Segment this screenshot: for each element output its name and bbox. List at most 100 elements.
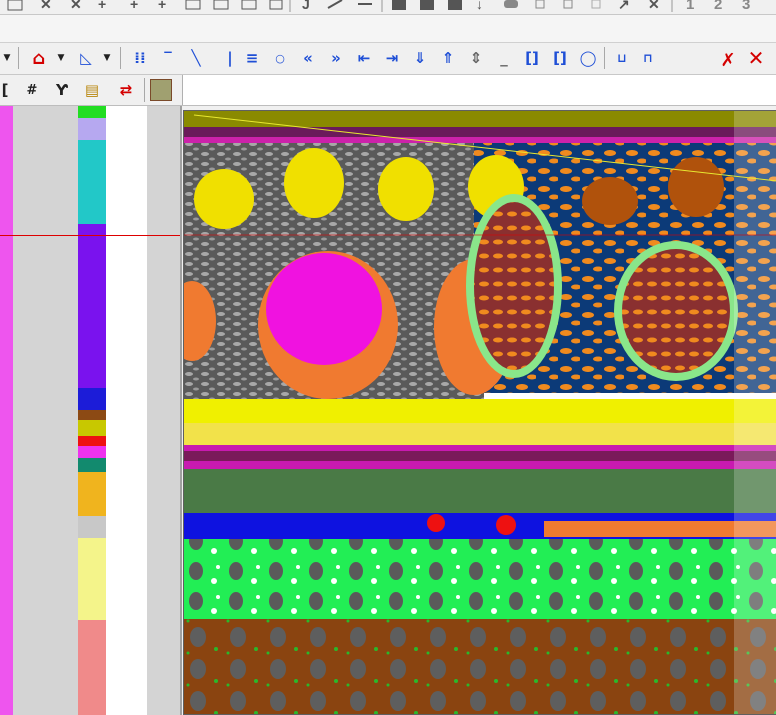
dropdown-arrow-icon[interactable]: ▼ [100,45,114,71]
separator [120,47,121,69]
band-brown [184,619,776,714]
color-swatch[interactable] [78,420,106,436]
funnel-icon[interactable]: Ƴ [50,77,74,103]
double-left-icon[interactable]: « [296,45,320,71]
red-dot [427,514,445,532]
page-number-3[interactable]: 3 [742,0,750,13]
tool-icon-7 [185,0,201,10]
tool-icon-18: ↗ [618,0,630,12]
tool-icon-12 [327,0,343,9]
top-bracket-icon[interactable]: ⊓ [636,45,660,71]
color-swatch[interactable] [78,516,106,538]
marker-line [0,235,180,236]
table-tool-icon[interactable]: # [20,77,44,103]
separator [18,47,19,69]
shirt-icon[interactable]: ⌂ [26,45,52,71]
color-swatch[interactable] [78,118,106,140]
arrow-down-box-icon-2 [420,0,434,10]
band-olive [184,111,776,127]
align-right-icon[interactable]: ⇥ [380,45,404,71]
right-overlay [734,111,776,714]
magenta-strip [0,106,13,715]
double-right-icon[interactable]: » [324,45,348,71]
texture-icon[interactable] [150,79,172,101]
tool-icon-15 [535,0,545,9]
page-number-1[interactable]: 1 [686,0,694,13]
tool-icon-9 [241,0,257,10]
brown-blob [582,177,638,225]
tool-icon-17 [591,0,601,9]
drawing-toolbar: ▼ ⌂ ▼ ◺ ▼ ⁞⁞ ‾ ╲ | ≡ ○ « » ⇤ ⇥ ⇓ ⇑ ⇕ _ [… [0,43,776,114]
tool-icon-4: + [98,0,106,12]
horizontal-line-icon[interactable]: ‾ [156,45,180,71]
color-swatch[interactable] [78,106,106,118]
cancel-icon[interactable]: ✗ [716,47,740,73]
circle-icon[interactable]: ◯ [576,45,600,71]
dot-icon[interactable]: ○ [268,45,292,71]
maroon-oval [474,202,554,370]
shape-tool-icon[interactable]: ◺ [74,45,98,71]
band-green [184,539,776,619]
equals-icon[interactable]: ≡ [240,45,264,71]
tool-icon-6: + [158,0,166,12]
yellow-blob [378,157,434,221]
arrow-updown-icon[interactable]: ⇕ [464,45,488,71]
align-left-icon[interactable]: ⇤ [352,45,376,71]
top-toolbar-icons: ✕ ✕ + + + J ↓ ↗ ✕ [7,0,673,12]
grid-dots-icon[interactable]: ⁞⁞ [128,45,152,71]
color-swatch[interactable] [78,458,106,472]
swatch-column [78,106,106,715]
vertical-line-icon[interactable]: | [218,45,242,71]
arrow-down-box-icon-1 [392,0,406,10]
band-magenta [184,137,776,143]
separator [604,47,605,69]
diagonal-line-icon[interactable]: ╲ [184,45,208,71]
band-purple-stripe [184,451,776,461]
tool-icon-2: ✕ [40,0,52,12]
pattern-canvas[interactable] [183,110,776,715]
top-toolbar: ✕ ✕ + + + J ↓ ↗ ✕ 1 2 3 [0,0,776,15]
brown-blob [668,157,724,217]
red-dot [496,515,516,535]
maroon-oval [622,249,730,373]
arrow-up-icon[interactable]: ⇑ [436,45,460,71]
bracket-icon-2[interactable]: [] [548,45,572,71]
band-yellow-shade [184,423,776,447]
tool-icon-16 [563,0,573,9]
page-number-2[interactable]: 2 [714,0,722,13]
color-swatch[interactable] [78,410,106,420]
tool-icon-14 [504,0,518,8]
bracket-icon-1[interactable]: [] [520,45,544,71]
magenta-blob [266,253,382,365]
band-olive-green [184,469,776,513]
separator [144,78,145,102]
yellow-blob [194,169,254,229]
underline-icon[interactable]: _ [492,45,516,71]
tool-icon-8 [213,0,229,10]
color-swatch[interactable] [78,446,106,458]
tool-icon-19: ✕ [648,0,660,12]
arrow-down-icon[interactable]: ⇓ [408,45,432,71]
arrow-down-icon: ↓ [476,0,483,12]
tool-icon-1 [7,0,23,11]
bottom-bracket-icon[interactable]: ⊔ [610,45,634,71]
color-swatch[interactable] [78,388,106,410]
color-swatch[interactable] [78,472,106,516]
dropdown-arrow-icon[interactable]: ▼ [0,45,14,71]
dropdown-arrow-icon[interactable]: ▼ [54,45,68,71]
color-swatch[interactable] [78,538,106,620]
close-icon[interactable]: ✕ [744,45,768,71]
color-swatch[interactable] [78,224,106,388]
bracket-tool-icon[interactable]: [ [0,77,10,103]
color-swatch[interactable] [78,436,106,446]
arrow-down-box-icon-3 [448,0,462,10]
empty-toolbar-strip [0,15,776,43]
document-icon[interactable]: ▤ [80,77,104,103]
color-swatch[interactable] [78,140,106,224]
swap-arrows-icon[interactable]: ⇄ [114,77,138,103]
tool-icon-5: + [130,0,138,12]
color-swatch[interactable] [78,620,106,715]
tool-icon-3: ✕ [70,0,82,12]
color-panel [0,106,180,715]
tool-icon-10 [269,0,283,10]
